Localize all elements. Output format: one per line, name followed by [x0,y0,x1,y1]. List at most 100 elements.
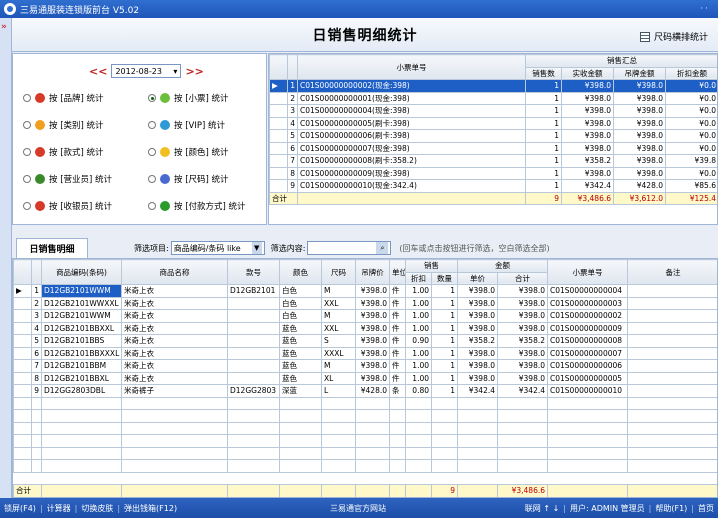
ticket-cell[interactable]: C01S00000000005(刷卡:398) [297,116,526,130]
code-cell[interactable]: D12GB2101BBM [41,359,122,373]
tag-price-cell[interactable]: ¥398.0 [355,309,390,323]
color-cell[interactable]: 蓝色 [279,346,322,360]
col-unit-price[interactable]: 单价 [457,271,498,285]
stats-option[interactable]: 按 [小票] 统计 [148,92,229,104]
ticket-cell[interactable]: C01S00000000007(现金:398) [297,141,526,155]
summary-row[interactable]: 4 C01S00000000005(刷卡:398) 1 ¥398.0 ¥398.0 ¥0.… [269,116,717,130]
ticket-cell[interactable]: C01S00000000009(现金:398) [297,166,526,180]
actual-cell[interactable]: ¥398.0 [561,141,614,155]
tag-cell[interactable]: ¥398.0 [613,79,666,93]
stats-option[interactable]: 按 [收银员] 统计 [23,200,112,212]
unit-price-cell[interactable]: ¥398.0 [457,346,498,360]
discount-cell[interactable]: ¥0.0 [665,91,717,105]
unit-price-cell[interactable]: ¥358.2 [457,334,498,348]
actual-cell[interactable]: ¥398.0 [561,129,614,143]
next-date-button[interactable]: >> [185,65,203,78]
color-cell[interactable]: 蓝色 [279,359,322,373]
unit-price-cell[interactable]: ¥398.0 [457,284,498,298]
code-cell[interactable]: D12GB2101BBXXXL [41,346,122,360]
qty-cell[interactable]: 1 [525,154,562,168]
qty-cell[interactable]: 1 [431,371,458,385]
col-ticket[interactable]: 小票单号 [297,54,526,80]
tag-cell[interactable]: ¥398.0 [613,154,666,168]
discount-rate-cell[interactable]: 0.80 [405,384,432,398]
name-cell[interactable]: 米奇裤子 [121,384,228,398]
detail-row[interactable]: 2 D12GB2101WWXXL 米奇上衣 白色 XXL ¥398.0 件 1.00 1 ¥398… [13,296,717,310]
name-cell[interactable]: 米奇上衣 [121,321,228,335]
unit-cell[interactable]: 件 [389,359,406,373]
qty-cell[interactable]: 1 [431,321,458,335]
radio-button[interactable] [148,202,156,210]
discount-cell[interactable]: ¥85.6 [665,179,717,193]
ticket-cell[interactable]: C01S00000000002 [547,309,628,323]
name-cell[interactable]: 米奇上衣 [121,296,228,310]
style-cell[interactable] [227,296,280,310]
tag-price-cell[interactable]: ¥398.0 [355,334,390,348]
discount-cell[interactable]: ¥0.0 [665,79,717,93]
col-tag-price[interactable]: 吊牌价 [355,259,390,285]
open-cashbox-button[interactable]: 弹出钱箱(F12) [124,503,177,514]
discount-cell[interactable]: ¥0.0 [665,129,717,143]
col-actual[interactable]: 实收金额 [561,66,614,80]
unit-cell[interactable]: 件 [389,321,406,335]
summary-row[interactable]: 8 C01S00000000009(现金:398) 1 ¥398.0 ¥398.0 ¥0.… [269,166,717,180]
prev-date-button[interactable]: << [89,65,107,78]
detail-row[interactable]: 5 D12GB2101BBS 米奇上衣 蓝色 S ¥398.0 件 0.90 1 ¥358.2 ¥3… [13,334,717,348]
detail-row[interactable]: 3 D12GB2101WWM 米奇上衣 白色 M ¥398.0 件 1.00 1 ¥398.0 ¥3… [13,309,717,323]
qty-cell[interactable]: 1 [525,166,562,180]
name-cell[interactable]: 米奇上衣 [121,284,228,298]
ticket-cell[interactable]: C01S00000000010(现金:342.4) [297,179,526,193]
switch-skin-button[interactable]: 切换皮肤 [81,503,113,514]
discount-cell[interactable]: ¥39.8 [665,154,717,168]
ticket-cell[interactable]: C01S00000000004(现金:398) [297,104,526,118]
code-cell[interactable]: D12GB2101WWM [41,309,122,323]
unit-price-cell[interactable]: ¥398.0 [457,359,498,373]
unit-cell[interactable]: 件 [389,334,406,348]
summary-row[interactable]: 5 C01S00000000006(刷卡:398) 1 ¥398.0 ¥398.0 ¥0.… [269,129,717,143]
ticket-cell[interactable]: C01S00000000008(刷卡:358.2) [297,154,526,168]
radio-button[interactable] [148,121,156,129]
radio-button[interactable] [23,94,31,102]
line-total-cell[interactable]: ¥398.0 [497,359,548,373]
qty-cell[interactable]: 1 [525,79,562,93]
style-cell[interactable] [227,321,280,335]
line-total-cell[interactable]: ¥358.2 [497,334,548,348]
qty-cell[interactable]: 1 [525,91,562,105]
qty-cell[interactable]: 1 [525,104,562,118]
color-cell[interactable]: 白色 [279,309,322,323]
note-cell[interactable] [627,284,717,298]
detail-row[interactable]: 6 D12GB2101BBXXXL 米奇上衣 蓝色 XXXL ¥398.0 件 1.00 1 ¥3… [13,346,717,360]
qty-cell[interactable]: 1 [431,359,458,373]
stats-option[interactable]: 按 [款式] 统计 [23,146,104,158]
qty-cell[interactable]: 1 [525,179,562,193]
col-discount-rate[interactable]: 折扣 [405,271,432,285]
qty-cell[interactable]: 1 [431,384,458,398]
ticket-cell[interactable]: C01S00000000001(现金:398) [297,91,526,105]
col-style[interactable]: 款号 [227,259,280,285]
actual-cell[interactable]: ¥398.0 [561,166,614,180]
radio-button[interactable] [148,94,156,102]
tag-cell[interactable]: ¥398.0 [613,104,666,118]
size-cell[interactable]: S [321,334,356,348]
unit-price-cell[interactable]: ¥398.0 [457,296,498,310]
unit-cell[interactable]: 件 [389,284,406,298]
summary-row[interactable]: 2 C01S00000000001(现金:398) 1 ¥398.0 ¥398.0 ¥0.… [269,91,717,105]
line-total-cell[interactable]: ¥342.4 [497,384,548,398]
stats-option[interactable]: 按 [尺码] 统计 [148,173,229,185]
summary-row[interactable]: 3 C01S00000000004(现金:398) 1 ¥398.0 ¥398.0 ¥0.… [269,104,717,118]
summary-row[interactable]: 7 C01S00000000008(刷卡:358.2) 1 ¥358.2 ¥398.0 ¥… [269,154,717,168]
discount-rate-cell[interactable]: 1.00 [405,321,432,335]
ticket-cell[interactable]: C01S00000000008 [547,334,628,348]
calculator-button[interactable]: 计算器 [47,503,71,514]
col-line-total[interactable]: 合计 [497,271,548,285]
filter-content-input[interactable]: ⌕ [307,241,392,255]
size-stats-button[interactable]: 尺码横排统计 [639,30,708,43]
qty-cell[interactable]: 1 [431,334,458,348]
style-cell[interactable] [227,334,280,348]
note-cell[interactable] [627,309,717,323]
home-button[interactable]: 首页 [698,503,714,514]
stats-option[interactable]: 按 [类别] 统计 [23,119,104,131]
discount-rate-cell[interactable]: 1.00 [405,296,432,310]
color-cell[interactable]: 蓝色 [279,334,322,348]
col-detail-ticket[interactable]: 小票单号 [547,259,628,285]
